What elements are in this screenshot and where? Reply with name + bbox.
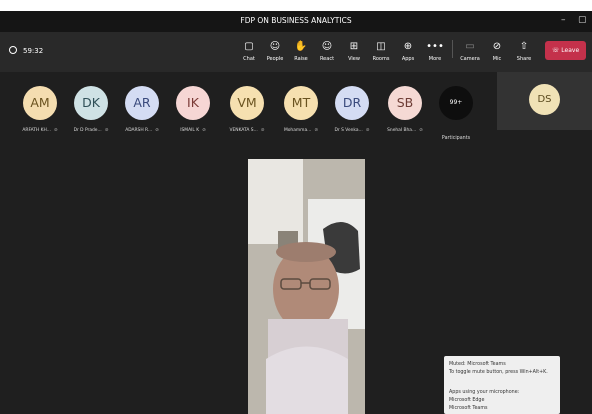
- raise-hand-button[interactable]: ✋ Raise: [289, 40, 313, 62]
- participant-name: VENKATA S... ⊘: [229, 128, 265, 133]
- camera-off-icon: ▭: [465, 41, 475, 52]
- more-label: More: [428, 56, 442, 62]
- leave-button[interactable]: ☏ Leave: [545, 41, 586, 60]
- phone-icon: ☏: [551, 47, 560, 54]
- self-avatar: DS: [529, 84, 560, 115]
- view-button[interactable]: ⊞ View: [342, 40, 366, 62]
- participants-label: Participants: [441, 136, 471, 141]
- mic-muted-icon: ⊘: [53, 128, 58, 133]
- avatar: MT: [284, 86, 318, 120]
- maximize-button[interactable]: ▢: [578, 15, 587, 25]
- avatar: IK: [176, 86, 210, 120]
- leave-label: Leave: [561, 47, 580, 54]
- participant-name: ADARSH R... ⊘: [125, 128, 159, 133]
- avatar: DK: [74, 86, 108, 120]
- mic-muted-icon: ⊘: [202, 128, 206, 133]
- react-label: React: [319, 56, 335, 62]
- mic-muted-icon: ⊘: [419, 128, 423, 133]
- participant-tile[interactable]: AR ADARSH R... ⊘: [117, 86, 167, 133]
- meeting-title: FDP ON BUSINESS ANALYTICS: [240, 16, 352, 25]
- mic-muted-icon: ⊘: [155, 128, 159, 133]
- share-label: Share: [516, 56, 532, 62]
- speaker-video-frame: [248, 159, 365, 414]
- participant-tile[interactable]: VM VENKATA S... ⊘: [222, 86, 272, 133]
- title-bar: FDP ON BUSINESS ANALYTICS – ▢: [0, 11, 592, 32]
- raise-label: Raise: [294, 56, 308, 62]
- self-view-tile[interactable]: DS: [497, 72, 592, 130]
- rooms-label: Rooms: [372, 56, 390, 62]
- avatar: AR: [125, 86, 159, 120]
- mute-tooltip: Muted: Microsoft Teams To toggle mute bu…: [444, 356, 560, 414]
- rooms-icon: ◫: [376, 41, 386, 52]
- participant-tile[interactable]: IK ISMAIL K ⊘: [168, 86, 218, 133]
- mic-muted-icon: ⊘: [365, 128, 370, 133]
- apps-icon: ⊕: [403, 41, 413, 52]
- mic-muted-icon: ⊘: [314, 128, 319, 133]
- camera-button[interactable]: ▭ Camera: [458, 40, 482, 62]
- participant-tile[interactable]: DK Dr D Prade... ⊘: [66, 86, 116, 133]
- participant-name: Dr S Venka... ⊘: [334, 128, 370, 133]
- avatar: DR: [335, 86, 369, 120]
- more-button[interactable]: ••• More: [423, 40, 447, 62]
- tooltip-line: To toggle mute button, press Win+Alt+K.: [449, 370, 548, 375]
- participant-name: Dr D Prade... ⊘: [73, 128, 109, 133]
- grid-icon: ⊞: [349, 41, 359, 52]
- participant-strip: AM ARFATH KH... ⊘ DK Dr D Prade... ⊘ AR AD…: [0, 72, 490, 154]
- tooltip-line: Apps using your microphone:: [449, 390, 520, 395]
- mic-off-icon: ⊘: [492, 41, 502, 52]
- apps-label: Apps: [401, 56, 415, 62]
- people-label: People: [266, 56, 284, 62]
- tooltip-line: Microsoft Teams: [449, 406, 488, 411]
- mic-muted-icon: ⊘: [104, 128, 109, 133]
- participant-name: Mohamma... ⊘: [283, 128, 319, 133]
- meeting-toolbar: 59:32 ▢ Chat ☺ People ✋ Raise ☺ React ⊞ View …: [0, 32, 592, 72]
- speaker-video: [248, 159, 365, 414]
- view-label: View: [348, 56, 360, 62]
- chat-icon: ▢: [244, 41, 254, 52]
- camera-label: Camera: [460, 56, 480, 62]
- react-button[interactable]: ☺ React: [315, 40, 339, 62]
- smile-icon: ☺: [321, 41, 333, 52]
- chat-label: Chat: [243, 56, 255, 62]
- avatar: SB: [388, 86, 422, 120]
- participant-tile[interactable]: SB Snehal Bha... ⊘: [380, 86, 430, 133]
- mic-muted-icon: ⊘: [260, 128, 265, 133]
- more-participants-button[interactable]: 99+: [439, 86, 473, 120]
- share-button[interactable]: ⇧ Share: [512, 40, 536, 62]
- avatar: VM: [230, 86, 264, 120]
- meeting-timer-text: 59:32: [23, 47, 44, 55]
- participant-tile[interactable]: MT Mohamma... ⊘: [276, 86, 326, 133]
- people-button[interactable]: ☺ People: [263, 40, 287, 62]
- toolbar-divider: [452, 40, 453, 58]
- mic-button[interactable]: ⊘ Mic: [485, 40, 509, 62]
- participant-tile[interactable]: AM ARFATH KH... ⊘: [15, 86, 65, 133]
- minimize-button[interactable]: –: [561, 15, 566, 25]
- rooms-button[interactable]: ◫ Rooms: [369, 40, 393, 62]
- participant-name: ARFATH KH... ⊘: [22, 128, 58, 133]
- participant-name: Snehal Bha... ⊘: [387, 128, 423, 133]
- avatar: AM: [23, 86, 57, 120]
- more-icon: •••: [426, 41, 444, 52]
- tooltip-line: Microsoft Edge: [449, 398, 485, 403]
- share-icon: ⇧: [519, 41, 529, 52]
- teams-meeting-window: FDP ON BUSINESS ANALYTICS – ▢ 59:32 ▢ Cha…: [0, 0, 592, 414]
- participant-tile[interactable]: DR Dr S Venka... ⊘: [327, 86, 377, 133]
- clock-icon: [9, 46, 17, 54]
- tooltip-line: Muted: Microsoft Teams: [449, 362, 506, 367]
- participant-name: ISMAIL K ⊘: [180, 128, 206, 133]
- hand-icon: ✋: [294, 41, 308, 52]
- mic-label: Mic: [492, 56, 502, 62]
- meeting-timer: 59:32: [9, 46, 43, 55]
- chat-button[interactable]: ▢ Chat: [237, 40, 261, 62]
- apps-button[interactable]: ⊕ Apps: [396, 40, 420, 62]
- people-icon: ☺: [269, 41, 281, 52]
